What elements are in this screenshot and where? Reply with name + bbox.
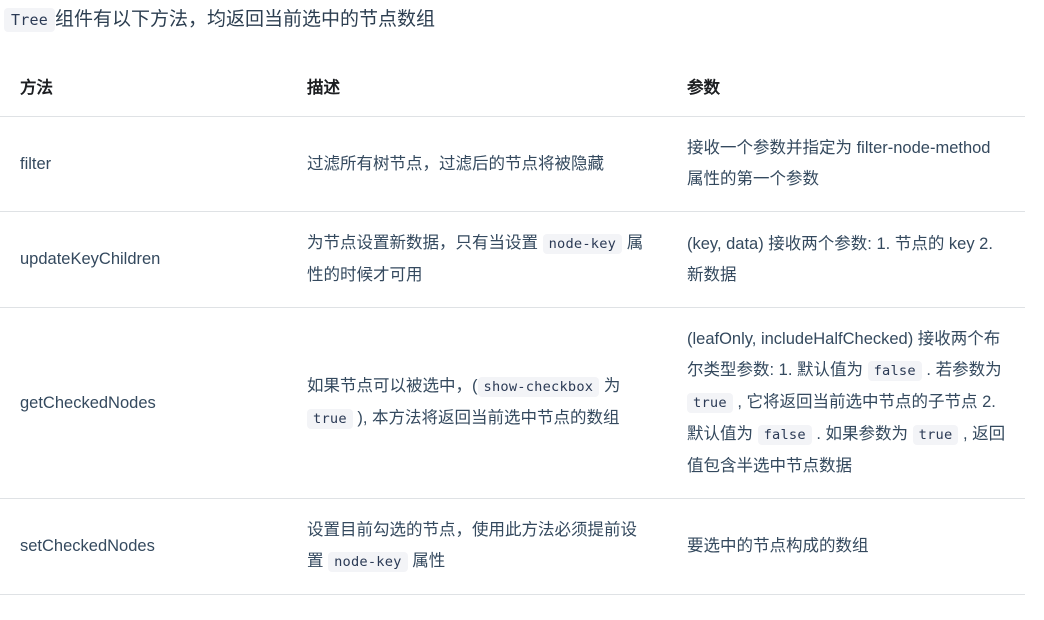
cell-params: (leafOnly, includeHalfChecked) 接收两个布尔类型参… <box>667 307 1025 499</box>
inline-code: true <box>912 425 959 445</box>
inline-code: node-key <box>328 552 408 572</box>
column-header-params: 参数 <box>667 62 1025 117</box>
inline-code: true <box>687 393 733 413</box>
column-header-description: 描述 <box>287 62 667 117</box>
table-header-row: 方法 描述 参数 <box>0 62 1025 117</box>
cell-method: getCheckedNodes <box>0 307 287 499</box>
inline-code: node-key <box>542 234 623 254</box>
cell-description: 如果节点可以被选中，(show-checkbox 为 true ), 本方法将返… <box>287 307 667 499</box>
inline-code: true <box>307 409 353 429</box>
table-row: filter 过滤所有树节点，过滤后的节点将被隐藏 接收一个参数并指定为 filte… <box>0 116 1025 212</box>
cell-method: setCheckedNodes <box>0 498 287 595</box>
cell-params: 要选中的节点构成的数组 <box>667 498 1025 595</box>
intro-text: 组件有以下方法，均返回当前选中的节点数组 <box>54 9 435 30</box>
column-header-method: 方法 <box>0 62 287 117</box>
inline-code: false <box>757 425 812 445</box>
cell-description: 为节点设置新数据，只有当设置 node-key 属性的时候才可用 <box>287 211 667 308</box>
cell-description: 过滤所有树节点，过滤后的节点将被隐藏 <box>287 116 667 212</box>
table-row: setCheckedNodes 设置目前勾选的节点，使用此方法必须提前设置 nod… <box>0 498 1025 595</box>
table-row: getCheckedNodes 如果节点可以被选中，(show-checkbox … <box>0 307 1025 499</box>
cell-description: 设置目前勾选的节点，使用此方法必须提前设置 node-key 属性 <box>287 498 667 595</box>
tree-methods-table: 方法 描述 参数 filter 过滤所有树节点，过滤后的节点将被隐藏 接收一个参数并… <box>0 62 1025 595</box>
intro-code-tree: Tree <box>4 8 55 32</box>
inline-code: show-checkbox <box>477 377 600 397</box>
table-row: updateKeyChildren 为节点设置新数据，只有当设置 node-key… <box>0 211 1025 308</box>
table-body: filter 过滤所有树节点，过滤后的节点将被隐藏 接收一个参数并指定为 filte… <box>0 116 1025 595</box>
table-head: 方法 描述 参数 <box>0 62 1025 117</box>
inline-code: false <box>867 361 922 381</box>
cell-method: updateKeyChildren <box>0 211 287 308</box>
doc-page: Tree 组件有以下方法，均返回当前选中的节点数组 方法 描述 参数 filter… <box>0 0 1044 620</box>
cell-method: filter <box>0 116 287 212</box>
intro-paragraph: Tree 组件有以下方法，均返回当前选中的节点数组 <box>4 5 1032 35</box>
cell-params: 接收一个参数并指定为 filter-node-method 属性的第一个参数 <box>667 116 1025 212</box>
cell-params: (key, data) 接收两个参数: 1. 节点的 key 2. 新数据 <box>667 211 1025 308</box>
